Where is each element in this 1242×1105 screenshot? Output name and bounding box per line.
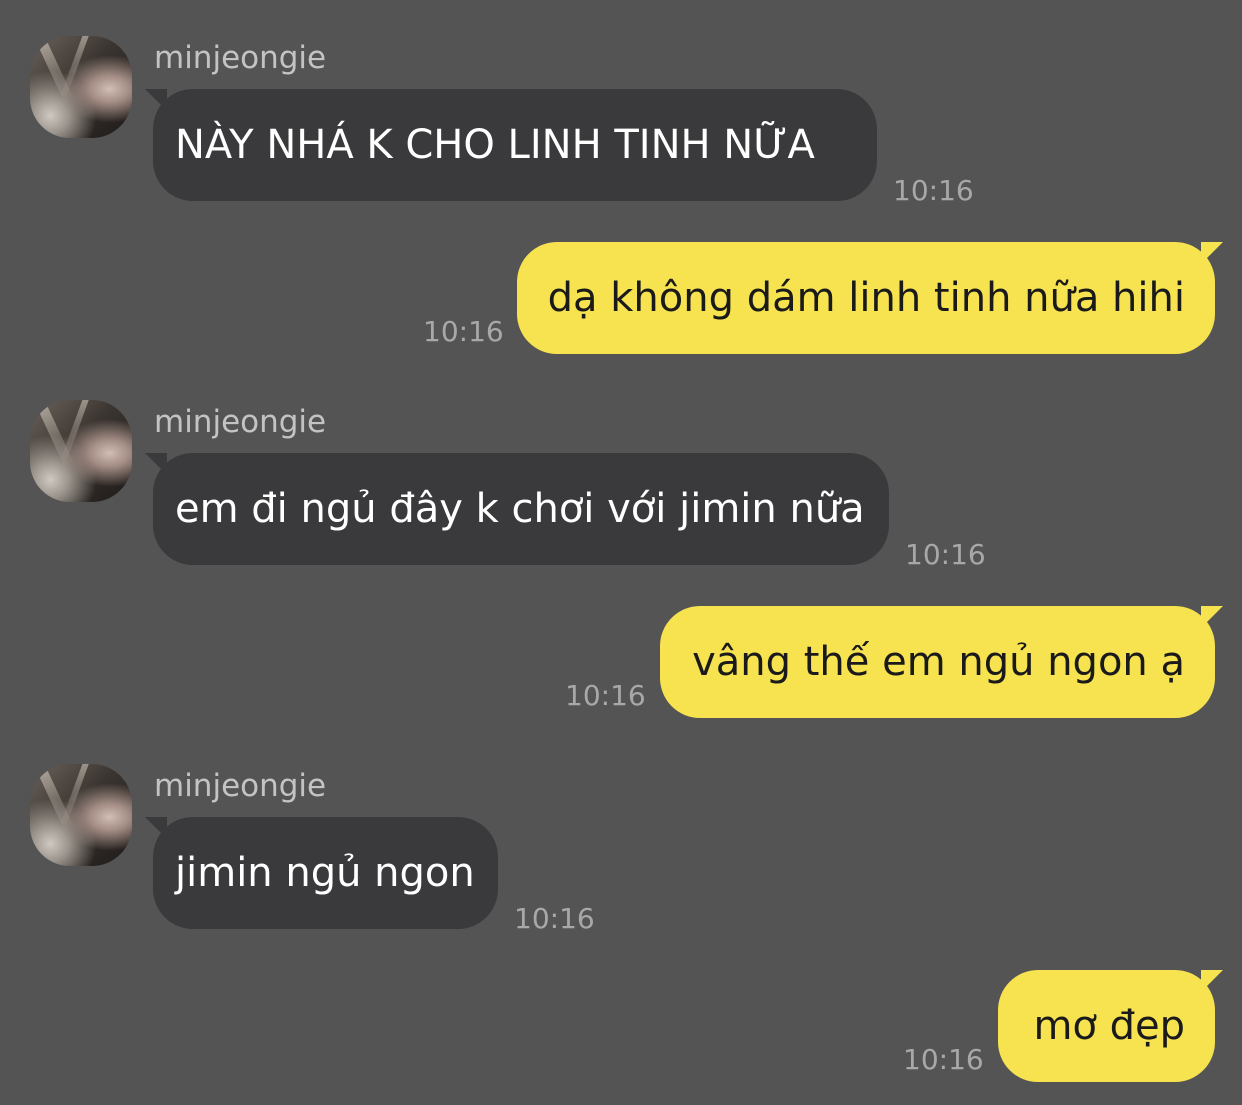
sender-name: minjeongie xyxy=(154,768,327,804)
avatar[interactable] xyxy=(30,36,132,138)
sender-name: minjeongie xyxy=(154,404,327,440)
incoming-message-bubble[interactable]: em đi ngủ đây k chơi với jimin nữa xyxy=(145,453,889,565)
avatar[interactable] xyxy=(30,400,132,502)
avatar[interactable] xyxy=(30,764,132,866)
message-timestamp: 10:16 xyxy=(905,538,986,571)
outgoing-message-bubble[interactable]: vâng thế em ngủ ngon ạ xyxy=(660,606,1223,718)
outgoing-message-bubble[interactable]: mơ đẹp xyxy=(998,970,1223,1082)
message-timestamp: 10:16 xyxy=(903,1043,984,1076)
sender-name: minjeongie xyxy=(154,40,327,76)
message-timestamp: 10:16 xyxy=(514,902,595,935)
incoming-message-bubble[interactable]: jimin ngủ ngon xyxy=(145,817,498,929)
outgoing-message-bubble[interactable]: dạ không dám linh tinh nữa hihi xyxy=(517,242,1223,354)
message-timestamp: 10:16 xyxy=(893,174,974,207)
chat-thread[interactable]: minjeongie NÀY NHÁ K CHO LINH TINH NỮA 1… xyxy=(0,0,1242,1105)
message-timestamp: 10:16 xyxy=(565,679,646,712)
message-timestamp: 10:16 xyxy=(423,315,504,348)
incoming-message-bubble[interactable]: NÀY NHÁ K CHO LINH TINH NỮA xyxy=(145,89,877,201)
